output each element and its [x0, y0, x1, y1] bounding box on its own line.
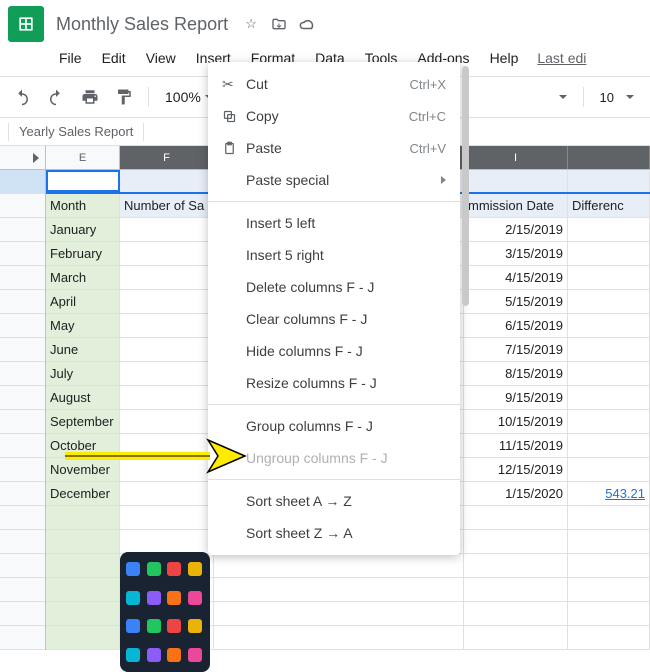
cell[interactable]: 3/15/2019	[464, 242, 568, 265]
ctx-hide-columns[interactable]: Hide columns F - J	[208, 335, 460, 367]
cell[interactable]: Differenc	[568, 194, 650, 217]
menu-view[interactable]: View	[137, 46, 185, 70]
ctx-sort-az[interactable]: Sort sheet A → Z	[208, 485, 460, 517]
cell[interactable]: 11/15/2019	[464, 434, 568, 457]
cell[interactable]: March	[46, 266, 120, 289]
column-header-f[interactable]: F	[120, 146, 214, 169]
cell[interactable]: January	[46, 218, 120, 241]
cloud-icon[interactable]	[298, 15, 316, 33]
font-size-value[interactable]: 10	[600, 90, 614, 105]
ctx-insert-left[interactable]: Insert 5 left	[208, 207, 460, 239]
ctx-copy[interactable]: CopyCtrl+C	[208, 100, 460, 132]
cell[interactable]: October	[46, 434, 120, 457]
embedded-image	[120, 552, 210, 672]
cut-icon: ✂	[222, 76, 246, 93]
cell[interactable]: August	[46, 386, 120, 409]
cell[interactable]: February	[46, 242, 120, 265]
submenu-arrow-icon	[441, 176, 446, 184]
undo-button[interactable]	[8, 83, 36, 111]
cell[interactable]: Month	[46, 194, 120, 217]
redo-button[interactable]	[42, 83, 70, 111]
font-size-dropdown[interactable]	[626, 95, 634, 99]
cell[interactable]: 7/15/2019	[464, 338, 568, 361]
column-header-e[interactable]: E	[46, 146, 120, 169]
cell[interactable]: 4/15/2019	[464, 266, 568, 289]
print-button[interactable]	[76, 83, 104, 111]
context-menu: ✂CutCtrl+X CopyCtrl+C PasteCtrl+V Paste …	[208, 62, 460, 555]
expand-groups-icon[interactable]	[0, 146, 46, 169]
cell[interactable]: 6/15/2019	[464, 314, 568, 337]
cell[interactable]: 9/15/2019	[464, 386, 568, 409]
last-edit-link[interactable]: Last edi	[537, 50, 586, 66]
cell[interactable]: June	[46, 338, 120, 361]
active-cell[interactable]	[46, 170, 120, 192]
cell[interactable]: Number of Sa	[120, 194, 214, 217]
row-numbers	[0, 170, 46, 650]
star-icon[interactable]: ☆	[242, 15, 260, 33]
cell[interactable]: September	[46, 410, 120, 433]
sheet-tab[interactable]: Yearly Sales Report	[9, 120, 143, 143]
menu-help[interactable]: Help	[481, 46, 528, 70]
ctx-sort-za[interactable]: Sort sheet Z → A	[208, 517, 460, 549]
cell[interactable]: July	[46, 362, 120, 385]
cell-link[interactable]: 543.21	[568, 482, 650, 505]
cell[interactable]: 8/15/2019	[464, 362, 568, 385]
cell[interactable]: May	[46, 314, 120, 337]
cell[interactable]: December	[46, 482, 120, 505]
copy-icon	[222, 109, 246, 124]
cell[interactable]: 10/15/2019	[464, 410, 568, 433]
font-dropdown[interactable]	[559, 95, 567, 99]
sheets-logo[interactable]	[8, 6, 44, 42]
paint-format-button[interactable]	[110, 83, 138, 111]
context-menu-scrollbar[interactable]	[462, 66, 469, 306]
column-header-j[interactable]	[568, 146, 650, 169]
ctx-cut[interactable]: ✂CutCtrl+X	[208, 68, 460, 100]
ctx-paste-special[interactable]: Paste special	[208, 164, 460, 196]
column-header-i[interactable]: I	[464, 146, 568, 169]
cell[interactable]: 12/15/2019	[464, 458, 568, 481]
ctx-paste[interactable]: PasteCtrl+V	[208, 132, 460, 164]
ctx-ungroup-columns: Ungroup columns F - J	[208, 442, 460, 474]
paste-icon	[222, 141, 246, 156]
cell[interactable]: 1/15/2020	[464, 482, 568, 505]
menu-file[interactable]: File	[50, 46, 91, 70]
cell[interactable]: mmission Date	[464, 194, 568, 217]
document-title[interactable]: Monthly Sales Report	[52, 12, 232, 37]
ctx-clear-columns[interactable]: Clear columns F - J	[208, 303, 460, 335]
move-icon[interactable]	[270, 15, 288, 33]
cell[interactable]: April	[46, 290, 120, 313]
cell[interactable]: November	[46, 458, 120, 481]
ctx-insert-right[interactable]: Insert 5 right	[208, 239, 460, 271]
ctx-resize-columns[interactable]: Resize columns F - J	[208, 367, 460, 399]
ctx-group-columns[interactable]: Group columns F - J	[208, 410, 460, 442]
cell[interactable]: 5/15/2019	[464, 290, 568, 313]
cell[interactable]: 2/15/2019	[464, 218, 568, 241]
menu-edit[interactable]: Edit	[93, 46, 135, 70]
ctx-delete-columns[interactable]: Delete columns F - J	[208, 271, 460, 303]
